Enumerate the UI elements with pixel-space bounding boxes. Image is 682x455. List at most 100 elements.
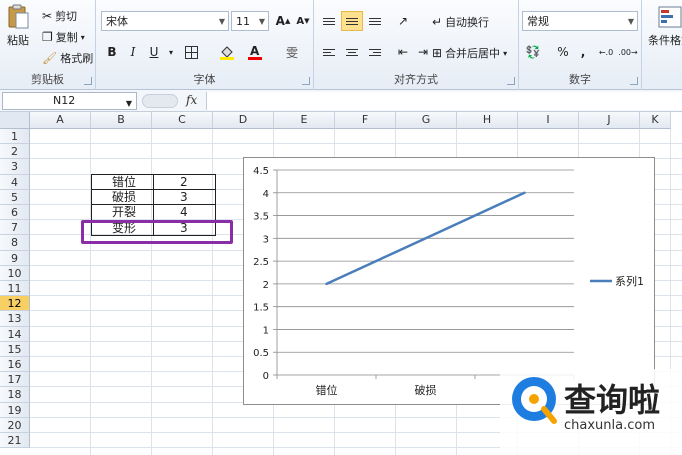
font-color-icon: A bbox=[248, 44, 262, 60]
insert-function-icon[interactable]: fx bbox=[186, 93, 197, 107]
row-header-19[interactable]: 19 bbox=[0, 402, 30, 418]
row-header-20[interactable]: 20 bbox=[0, 417, 30, 433]
row-header-7[interactable]: 7 bbox=[0, 220, 30, 236]
column-header-a[interactable]: A bbox=[30, 112, 91, 129]
grow-font-button[interactable]: A ▲ bbox=[272, 11, 294, 31]
decrease-indent-button[interactable]: ⇤ bbox=[392, 42, 414, 62]
format-painter-button[interactable]: 🖌 格式刷 bbox=[42, 50, 93, 66]
merge-center-button[interactable]: ⊞ 合并后居中 ▾ bbox=[432, 45, 507, 61]
column-header-d[interactable]: D bbox=[213, 112, 274, 129]
row-header-15[interactable]: 15 bbox=[0, 341, 30, 357]
dialog-launcher-icon[interactable] bbox=[84, 77, 92, 85]
align-left-button[interactable] bbox=[318, 42, 340, 62]
row-header-10[interactable]: 10 bbox=[0, 265, 30, 281]
row-header-3[interactable]: 3 bbox=[0, 159, 30, 175]
row-header-9[interactable]: 9 bbox=[0, 250, 30, 266]
row-header-11[interactable]: 11 bbox=[0, 281, 30, 297]
conditional-format-button[interactable]: 条件格式 bbox=[648, 6, 682, 48]
table-row: 开裂 4 bbox=[91, 204, 216, 221]
comma-button[interactable]: , bbox=[572, 42, 594, 62]
column-header-g[interactable]: G bbox=[396, 112, 457, 129]
row-header-14[interactable]: 14 bbox=[0, 326, 30, 342]
cut-button[interactable]: ✂ 剪切 bbox=[42, 8, 77, 24]
cut-label: 剪切 bbox=[55, 10, 78, 23]
cell-value[interactable]: 2 bbox=[153, 173, 216, 191]
column-header-f[interactable]: F bbox=[335, 112, 396, 129]
select-all-corner[interactable] bbox=[0, 112, 30, 129]
column-header-k[interactable]: K bbox=[640, 112, 671, 129]
row-header-17[interactable]: 17 bbox=[0, 372, 30, 388]
align-center-button[interactable] bbox=[341, 42, 363, 62]
column-header-j[interactable]: J bbox=[579, 112, 640, 129]
styles-group: 条件格式 bbox=[642, 0, 682, 90]
decrease-indent-icon: ⇤ bbox=[397, 45, 409, 59]
row-header-16[interactable]: 16 bbox=[0, 357, 30, 373]
name-box[interactable]: N12 ▼ bbox=[2, 92, 137, 110]
italic-button[interactable]: I bbox=[122, 42, 144, 62]
dialog-launcher-icon[interactable] bbox=[302, 77, 310, 85]
format-painter-label: 格式刷 bbox=[60, 52, 94, 65]
column-header-c[interactable]: C bbox=[152, 112, 213, 129]
row-header-8[interactable]: 8 bbox=[0, 235, 30, 251]
align-right-button[interactable] bbox=[364, 42, 386, 62]
formula-input[interactable] bbox=[206, 92, 682, 110]
orientation-button[interactable]: ↗ bbox=[392, 11, 414, 31]
y-tick-label: 3 bbox=[263, 234, 269, 245]
font-group-label: 字体 bbox=[193, 73, 216, 86]
row-header-1[interactable]: 1 bbox=[0, 129, 30, 145]
row-header-21[interactable]: 21 bbox=[0, 433, 30, 449]
align-bottom-icon bbox=[369, 17, 381, 25]
row-header-5[interactable]: 5 bbox=[0, 189, 30, 205]
row-header-6[interactable]: 6 bbox=[0, 205, 30, 221]
merge-center-label: 合并后居中 bbox=[445, 47, 501, 60]
cell-value[interactable]: 3 bbox=[153, 189, 216, 206]
borders-button[interactable] bbox=[180, 42, 202, 62]
bold-button[interactable]: B bbox=[101, 42, 123, 62]
phonetic-button[interactable]: 雯 bbox=[281, 42, 303, 62]
column-header-b[interactable]: B bbox=[91, 112, 152, 129]
column-header-i[interactable]: I bbox=[518, 112, 579, 129]
align-bottom-button[interactable] bbox=[364, 11, 386, 31]
gridline-horizontal bbox=[30, 143, 682, 145]
column-header-e[interactable]: E bbox=[274, 112, 335, 129]
copy-button[interactable]: ❐ 复制 ▾ bbox=[42, 29, 85, 45]
cell-label[interactable]: 错位 bbox=[91, 173, 154, 191]
font-name-select[interactable]: 宋体 ▼ bbox=[101, 11, 229, 31]
row-header-18[interactable]: 18 bbox=[0, 387, 30, 403]
fill-color-button[interactable] bbox=[216, 42, 238, 62]
cell-value[interactable]: 4 bbox=[153, 204, 216, 221]
wrap-text-button[interactable]: ↵ 自动换行 bbox=[432, 14, 489, 30]
line-chart[interactable]: 0 0.5 1 1.5 2 2.5 3 3.5 4 4.5 错位 破损 系列1 bbox=[243, 157, 655, 405]
cell-label[interactable]: 破损 bbox=[91, 189, 154, 206]
dialog-launcher-icon[interactable] bbox=[630, 77, 638, 85]
row-header-2[interactable]: 2 bbox=[0, 144, 30, 160]
row-header-4[interactable]: 4 bbox=[0, 174, 30, 190]
number-format-select[interactable]: 常规 ▼ bbox=[522, 11, 638, 31]
y-tick-label: 0 bbox=[263, 371, 269, 382]
percent-button[interactable]: % bbox=[552, 42, 574, 62]
paste-button[interactable]: 粘贴 bbox=[6, 4, 30, 48]
cell-label[interactable]: 开裂 bbox=[91, 204, 154, 221]
phonetic-icon: 雯 bbox=[285, 45, 298, 60]
dialog-launcher-icon[interactable] bbox=[507, 77, 515, 85]
increase-indent-button[interactable]: ⇥ bbox=[412, 42, 434, 62]
shrink-font-button[interactable]: A ▼ bbox=[292, 11, 314, 31]
increase-indent-icon: ⇥ bbox=[417, 45, 429, 59]
x-tick-label: 破损 bbox=[415, 383, 437, 397]
column-header-h[interactable]: H bbox=[457, 112, 518, 129]
merge-cells-icon: ⊞ bbox=[432, 46, 443, 60]
font-color-button[interactable]: A bbox=[244, 42, 266, 62]
increase-decimal-button[interactable]: ←.0 bbox=[595, 42, 617, 62]
align-top-button[interactable] bbox=[318, 11, 340, 31]
decrease-decimal-button[interactable]: .00→ bbox=[617, 42, 639, 62]
chevron-down-icon[interactable]: ▾ bbox=[160, 42, 182, 62]
align-left-icon bbox=[323, 48, 335, 56]
chevron-down-icon: ▾ bbox=[80, 32, 85, 42]
row-header-12[interactable]: 12 bbox=[0, 296, 30, 312]
currency-button[interactable]: 💱 bbox=[522, 42, 544, 62]
font-size-select[interactable]: 11 ▼ bbox=[231, 11, 269, 31]
align-middle-button[interactable] bbox=[341, 11, 363, 31]
chevron-down-icon[interactable]: ▼ bbox=[126, 96, 132, 112]
chevron-down-icon: ▼ bbox=[627, 17, 634, 26]
row-header-13[interactable]: 13 bbox=[0, 311, 30, 327]
